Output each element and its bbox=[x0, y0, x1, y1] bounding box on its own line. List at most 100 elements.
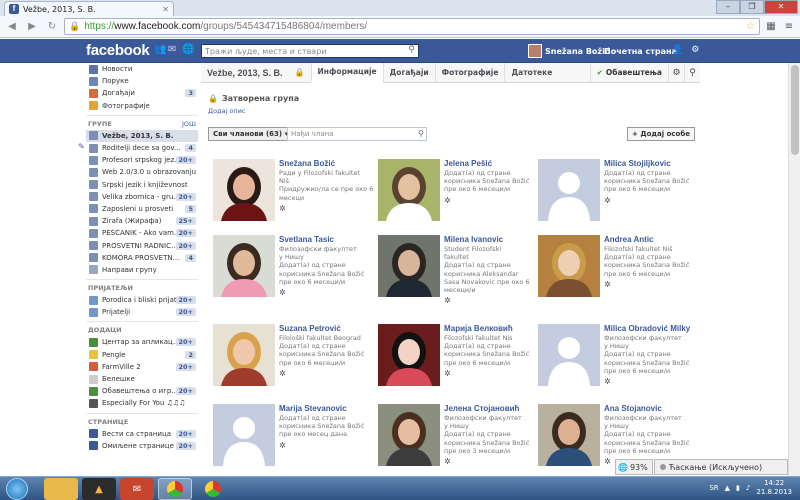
member-settings-gear-icon[interactable]: ✲ bbox=[604, 377, 700, 386]
sidebar-item[interactable]: KOMORA PROSVETN... 4 bbox=[86, 252, 198, 264]
minimize-button[interactable]: – bbox=[716, 0, 740, 14]
sidebar-item[interactable]: Фотографије bbox=[86, 100, 198, 112]
notifications-button[interactable]: ✔ Обавештења bbox=[589, 62, 668, 83]
member-photo[interactable] bbox=[538, 159, 600, 221]
member-photo[interactable] bbox=[538, 235, 600, 297]
member-name-link[interactable]: Јелена Стојановић bbox=[444, 404, 540, 414]
fb-search-input[interactable]: Тражи људе, места и ствари ⚲ bbox=[201, 44, 419, 58]
notifications-icon[interactable]: 🌐 bbox=[182, 44, 194, 55]
search-icon[interactable]: ⚲ bbox=[418, 129, 424, 138]
search-icon[interactable]: ⚲ bbox=[408, 45, 415, 56]
sidebar-item[interactable]: Velika zbornica - gru... 20+ bbox=[86, 191, 198, 203]
sidebar-item[interactable]: Žirafa (Жирафа) 25+ bbox=[86, 215, 198, 227]
clock[interactable]: 14:22 21.8.2013 bbox=[756, 479, 792, 497]
explorer-icon[interactable] bbox=[44, 478, 78, 500]
member-photo[interactable] bbox=[213, 404, 275, 466]
page-scrollbar[interactable] bbox=[788, 63, 800, 476]
browser-tab[interactable]: f Vežbe, 2013, S. B. ✕ bbox=[4, 1, 174, 16]
back-arrow-icon[interactable]: ◀ bbox=[4, 19, 20, 35]
tab-photos[interactable]: Фотографије bbox=[434, 62, 505, 83]
member-settings-gear-icon[interactable]: ✲ bbox=[279, 288, 375, 297]
address-bar[interactable]: 🔒 https://www.facebook.com/groups/545434… bbox=[64, 18, 760, 35]
mail-icon[interactable]: ✉ bbox=[120, 478, 154, 500]
sidebar-item[interactable]: Направи групу bbox=[86, 264, 198, 276]
sidebar-item[interactable]: Especially For You ♫♫♫ bbox=[86, 397, 198, 409]
add-description-link[interactable]: Додај опис bbox=[208, 107, 245, 115]
sidebar-item[interactable]: Roditelji dece sa gov... 4 bbox=[86, 142, 198, 154]
maximize-button[interactable]: ❐ bbox=[740, 0, 764, 14]
sidebar-item[interactable]: Vežbe, 2013, S. B. bbox=[86, 129, 198, 142]
member-photo[interactable] bbox=[213, 159, 275, 221]
tray-arrow-icon[interactable]: ▲ bbox=[725, 484, 730, 492]
sidebar-item[interactable]: Центар за апликац... 20+ bbox=[86, 336, 198, 348]
home-link[interactable]: Почетна страна bbox=[604, 47, 677, 56]
gear-icon[interactable]: ⚙ bbox=[668, 62, 684, 83]
member-name-link[interactable]: Ana Stojanovic bbox=[604, 404, 700, 414]
member-settings-gear-icon[interactable]: ✲ bbox=[444, 457, 540, 466]
sidebar-item[interactable]: PROSVETNI RADNIC... 20+ bbox=[86, 239, 198, 251]
member-settings-gear-icon[interactable]: ✲ bbox=[279, 204, 375, 213]
chat-bar[interactable]: Ћаскање (Искључено) bbox=[654, 459, 788, 475]
volume-icon[interactable]: ♪ bbox=[746, 484, 750, 492]
find-member-input[interactable]: Нађи члана ⚲ bbox=[287, 127, 427, 141]
user-profile-link[interactable]: Snežana Božić bbox=[528, 44, 610, 58]
group-title[interactable]: Vežbe, 2013, S. B. bbox=[201, 68, 289, 78]
member-photo[interactable] bbox=[538, 404, 600, 466]
sidebar-item[interactable]: Zaposleni u prosveti 5 bbox=[86, 203, 198, 215]
member-photo[interactable] bbox=[378, 404, 440, 466]
sidebar-item[interactable]: Новости bbox=[86, 63, 198, 75]
member-name-link[interactable]: Milica Obradović Milky bbox=[604, 324, 700, 334]
member-photo[interactable] bbox=[213, 324, 275, 386]
sidebar-item[interactable]: Profesori srpskog jez... 20+ bbox=[86, 154, 198, 166]
edit-pencil-icon[interactable]: ✎ bbox=[78, 142, 85, 151]
sidebar-item[interactable]: FarmVille 2 20+ bbox=[86, 361, 198, 373]
member-name-link[interactable]: Milica Stojiljkovic bbox=[604, 159, 700, 169]
member-photo[interactable] bbox=[378, 159, 440, 221]
groups-more-link[interactable]: ЈОШ bbox=[182, 120, 196, 128]
member-photo[interactable] bbox=[378, 235, 440, 297]
reload-icon[interactable]: ↻ bbox=[44, 19, 60, 35]
wrench-menu-icon[interactable]: ≡ bbox=[782, 20, 796, 34]
member-name-link[interactable]: Marija Stevanovic bbox=[279, 404, 375, 414]
tab-close-icon[interactable]: ✕ bbox=[162, 5, 169, 14]
scroll-thumb[interactable] bbox=[791, 65, 799, 155]
sidebar-item[interactable]: Омиљене странице 20+ bbox=[86, 440, 198, 452]
member-name-link[interactable]: Марија Велковић bbox=[444, 324, 540, 334]
sidebar-item[interactable]: Pengle 2 bbox=[86, 349, 198, 361]
member-settings-gear-icon[interactable]: ✲ bbox=[444, 369, 540, 378]
sidebar-item[interactable]: Srpski jezik i književnost bbox=[86, 179, 198, 191]
search-icon[interactable]: ⚲ bbox=[684, 62, 700, 83]
sidebar-item[interactable]: Prijatelji 20+ bbox=[86, 306, 198, 318]
media-player-icon[interactable]: ▲ bbox=[82, 478, 116, 500]
tab-files[interactable]: Датотеке bbox=[504, 62, 558, 83]
member-settings-gear-icon[interactable]: ✲ bbox=[604, 196, 700, 205]
sidebar-item[interactable]: Догађаји 3 bbox=[86, 87, 198, 99]
member-photo[interactable] bbox=[378, 324, 440, 386]
extension-icon[interactable]: ▦ bbox=[764, 20, 778, 34]
member-photo[interactable] bbox=[538, 324, 600, 386]
close-window-button[interactable]: ✕ bbox=[764, 0, 798, 14]
member-settings-gear-icon[interactable]: ✲ bbox=[444, 296, 540, 305]
network-icon[interactable]: ▮ bbox=[736, 484, 740, 492]
language-indicator[interactable]: SR bbox=[709, 484, 718, 492]
member-name-link[interactable]: Svetlana Tasic bbox=[279, 235, 375, 245]
member-settings-gear-icon[interactable]: ✲ bbox=[279, 441, 375, 450]
start-button[interactable] bbox=[6, 478, 28, 500]
forward-arrow-icon[interactable]: ▶ bbox=[24, 19, 40, 35]
member-name-link[interactable]: Suzana Petrović bbox=[279, 324, 375, 334]
settings-gear-icon[interactable]: ⚙ bbox=[691, 45, 699, 55]
messages-jewel-icon[interactable]: ✉ bbox=[168, 44, 176, 55]
member-name-link[interactable]: Jelena Pešić bbox=[444, 159, 540, 169]
member-settings-gear-icon[interactable]: ✲ bbox=[279, 369, 375, 378]
sidebar-item[interactable]: Вести са страница 20+ bbox=[86, 428, 198, 440]
bookmark-star-icon[interactable]: ☆ bbox=[746, 21, 755, 32]
find-friends-icon[interactable]: 👤 bbox=[672, 45, 683, 55]
chrome-window-icon[interactable] bbox=[196, 478, 230, 500]
member-name-link[interactable]: Snežana Božić bbox=[279, 159, 375, 169]
member-settings-gear-icon[interactable]: ✲ bbox=[604, 280, 700, 289]
member-photo[interactable] bbox=[213, 235, 275, 297]
member-settings-gear-icon[interactable]: ✲ bbox=[444, 196, 540, 205]
sidebar-item[interactable]: Белешке bbox=[86, 373, 198, 385]
all-members-dropdown[interactable]: Сви чланови (63) ▾ bbox=[208, 127, 294, 141]
sidebar-item[interactable]: Обавештења о игр... 20+ bbox=[86, 385, 198, 397]
